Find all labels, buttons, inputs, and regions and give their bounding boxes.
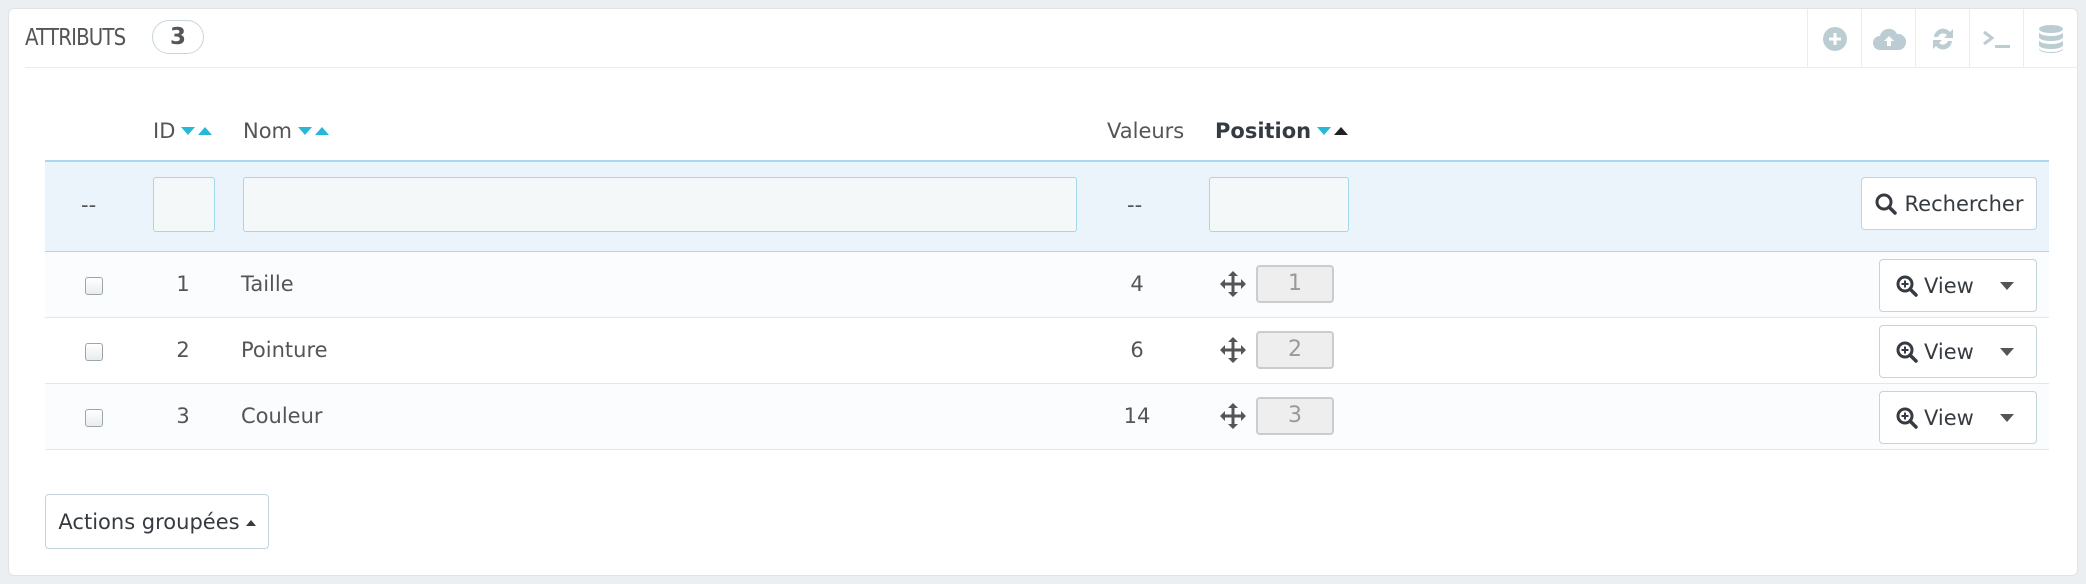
attributes-table: ID Nom Valeurs Position -- -- Rechercher…: [45, 105, 2049, 450]
filter-position-input[interactable]: [1209, 177, 1349, 232]
add-icon: [1822, 26, 1847, 51]
view-button-label: View: [1924, 273, 1974, 298]
row-values: 14: [1123, 404, 1151, 428]
bulk-actions-button[interactable]: Actions groupées: [45, 494, 269, 549]
chevron-down-icon[interactable]: [2000, 347, 2014, 356]
view-button-label: View: [1924, 405, 1974, 430]
column-position: Position: [1215, 119, 1349, 143]
row-checkbox[interactable]: [85, 277, 103, 295]
drag-handle-icon[interactable]: [1219, 402, 1247, 430]
position-value: 2: [1256, 331, 1334, 369]
search-button[interactable]: Rechercher: [1861, 177, 2037, 230]
column-position-label: Position: [1215, 119, 1312, 143]
panel-heading: ATTRIBUTS 3: [25, 9, 2077, 68]
filter-name-input[interactable]: [243, 177, 1077, 232]
column-id: ID: [153, 119, 213, 143]
row-id: 1: [176, 272, 190, 296]
count-badge: 3: [152, 20, 204, 54]
chevron-down-icon[interactable]: [2000, 281, 2014, 290]
filter-values-placeholder: --: [1127, 193, 1143, 217]
sql-query-button[interactable]: [1969, 9, 2023, 68]
row-values: 4: [1130, 272, 1144, 296]
search-button-label: Rechercher: [1904, 191, 2024, 216]
row-actions: View: [1879, 391, 2037, 444]
zoom-in-icon: [1896, 407, 1918, 429]
toolbar: [1807, 9, 2077, 68]
table-row: 3 Couleur 14 3 View: [45, 384, 2049, 450]
view-button[interactable]: View: [1880, 406, 1990, 430]
sort-asc-icon[interactable]: [1334, 127, 1349, 135]
sort-asc-icon[interactable]: [198, 127, 213, 135]
row-name: Couleur: [241, 404, 323, 428]
position-value: 1: [1256, 265, 1334, 303]
terminal-icon: [1982, 30, 2010, 48]
refresh-icon: [1932, 28, 1953, 49]
sort-desc-icon[interactable]: [1317, 127, 1332, 135]
sort-desc-icon[interactable]: [298, 127, 313, 135]
zoom-in-icon: [1896, 275, 1918, 297]
refresh-button[interactable]: [1915, 9, 1969, 68]
row-name: Taille: [241, 272, 294, 296]
column-values: Valeurs: [1107, 119, 1184, 143]
table-header: ID Nom Valeurs Position: [45, 105, 2049, 162]
row-id: 2: [176, 338, 190, 362]
filter-id-input[interactable]: [153, 177, 215, 232]
add-button[interactable]: [1807, 9, 1861, 68]
database-icon: [2038, 24, 2063, 53]
bulk-actions-label: Actions groupées: [58, 509, 240, 534]
table-row: 1 Taille 4 1 View: [45, 252, 2049, 318]
cloud-upload-icon: [1872, 28, 1906, 50]
filter-row: -- -- Rechercher: [45, 162, 2049, 252]
view-button[interactable]: View: [1880, 274, 1990, 298]
row-checkbox[interactable]: [85, 343, 103, 361]
filter-select-placeholder: --: [81, 193, 97, 217]
export-button[interactable]: [1861, 9, 1915, 68]
sort-asc-icon[interactable]: [315, 127, 330, 135]
column-name-label: Nom: [243, 119, 293, 143]
row-id: 3: [176, 404, 190, 428]
table-row: 2 Pointure 6 2 View: [45, 318, 2049, 384]
search-icon: [1875, 193, 1897, 215]
column-values-label: Valeurs: [1107, 119, 1185, 143]
caret-up-icon: [245, 519, 256, 526]
chevron-down-icon[interactable]: [2000, 413, 2014, 422]
row-values: 6: [1130, 338, 1144, 362]
panel-title: ATTRIBUTS: [25, 25, 126, 51]
drag-handle-icon[interactable]: [1219, 270, 1247, 298]
row-checkbox[interactable]: [85, 409, 103, 427]
sql-manager-button[interactable]: [2023, 9, 2077, 68]
column-name: Nom: [243, 119, 330, 143]
column-id-label: ID: [153, 119, 176, 143]
attributes-panel: ATTRIBUTS 3 ID Nom Valeurs Position -- -…: [8, 8, 2078, 576]
view-button[interactable]: View: [1880, 340, 1990, 364]
drag-handle-icon[interactable]: [1219, 336, 1247, 364]
row-actions: View: [1879, 325, 2037, 378]
zoom-in-icon: [1896, 341, 1918, 363]
sort-desc-icon[interactable]: [181, 127, 196, 135]
position-value: 3: [1256, 397, 1334, 435]
view-button-label: View: [1924, 339, 1974, 364]
row-actions: View: [1879, 259, 2037, 312]
row-name: Pointure: [241, 338, 328, 362]
